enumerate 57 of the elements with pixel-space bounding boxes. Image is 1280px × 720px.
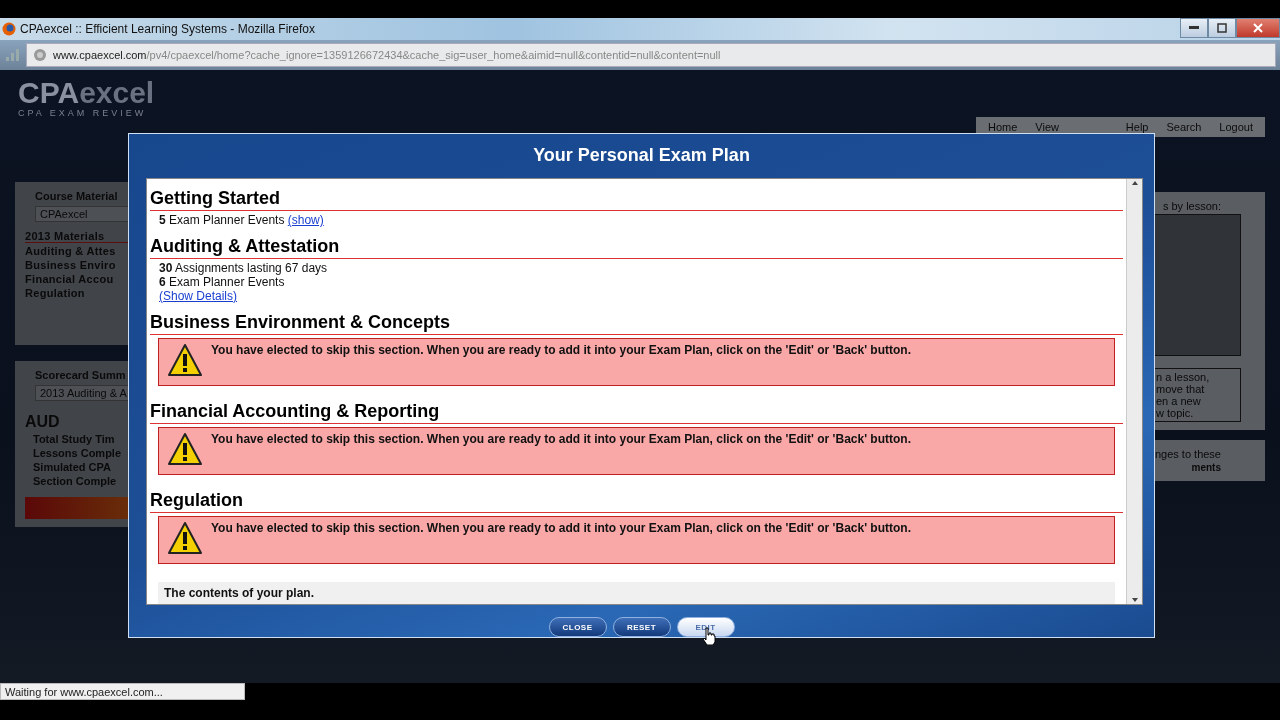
panel-text: w topic. — [1156, 407, 1195, 419]
window-title: CPAexcel :: Efficient Learning Systems - Mozilla Firefox — [20, 22, 315, 36]
section-heading: Auditing & Attestation — [150, 227, 1123, 259]
plan-summary: 30 Assignments lasting 67 days — [159, 261, 329, 275]
scroll-down-icon[interactable] — [1130, 596, 1139, 604]
warning-icon — [167, 343, 203, 377]
section-heading: Getting Started — [150, 179, 1123, 211]
restore-button[interactable] — [1208, 18, 1236, 38]
close-button[interactable] — [1236, 18, 1280, 38]
signal-icon — [4, 47, 20, 63]
firefox-icon — [2, 22, 16, 36]
panel-text: move that — [1156, 383, 1206, 395]
url-text: www.cpaexcel.com/pv4/cpaexcel/home?cache_ignore=1359126672434&cache_sig=user_home&aimid=null&contentid=null&content=null — [53, 49, 721, 61]
status-text: Waiting for www.cpaexcel.com... — [0, 683, 245, 700]
site-logo: CPAexcel CPA EXAM REVIEW — [18, 78, 155, 118]
score-label: Section Comple — [32, 475, 118, 487]
nav-link[interactable]: Search — [1166, 121, 1202, 133]
plan-summary: 6 Exam Planner Events — [159, 275, 286, 289]
section-heading: Financial Accounting & Reporting — [150, 392, 1123, 424]
dialog-button[interactable]: EDIT — [676, 617, 735, 637]
panel-text: s by lesson: — [1162, 200, 1222, 212]
section-heading: Regulation — [150, 481, 1123, 513]
globe-icon — [33, 48, 47, 62]
panel-text: nges to these — [1155, 448, 1222, 460]
nav-link[interactable]: Help — [1125, 121, 1149, 133]
restore-icon — [1217, 23, 1227, 33]
dialog-title: Your Personal Exam Plan — [532, 144, 751, 167]
address-bar[interactable]: www.cpaexcel.com/pv4/cpaexcel/home?cache_ignore=1359126672434&cache_sig=user_home&aimid=null&contentid=null&content=null — [26, 43, 1276, 67]
close-icon — [1253, 23, 1263, 33]
score-label: Total Study Tim — [32, 433, 116, 445]
panel-title: Scorecard Summ — [34, 369, 127, 381]
nav-link[interactable]: View — [1035, 121, 1059, 133]
plan-note: The contents of your plan. — [158, 582, 1115, 604]
dialog-button[interactable]: CLOSE — [548, 617, 607, 637]
alert-message: You have elected to skip this section. When you are ready to add it into your Exam Plan, click on the 'Edit' or 'Back' button. — [211, 521, 911, 537]
show-link[interactable]: (show) — [287, 213, 324, 227]
alert-message: You have elected to skip this section. When you are ready to add it into your Exam Plan, click on the 'Edit' or 'Back' button. — [211, 343, 911, 359]
section-heading: Business Environment & Concepts — [150, 303, 1123, 335]
panel-text: n a lesson, — [1156, 371, 1211, 383]
alert-message: You have elected to skip this section. When you are ready to add it into your Exam Plan, click on the 'Edit' or 'Back' button. — [211, 432, 911, 448]
warning-icon — [167, 432, 203, 466]
panel-text: en a new — [1156, 395, 1202, 407]
show-details-link[interactable]: (Show Details) — [159, 289, 238, 303]
dialog-button[interactable]: RESET — [612, 617, 671, 637]
warning-icon — [167, 521, 203, 555]
nav-link[interactable]: Home — [988, 121, 1018, 133]
scroll-up-icon[interactable] — [1130, 179, 1139, 187]
scrollbar[interactable] — [1126, 179, 1142, 604]
section-code: AUD — [25, 413, 61, 431]
score-label: Simulated CPA — [32, 461, 113, 473]
panel-title: Course Material — [34, 190, 119, 202]
nav-link[interactable]: Logout — [1219, 121, 1253, 133]
score-label: Lessons Comple — [32, 447, 123, 459]
plan-summary: 5 Exam Planner Events (show) — [159, 213, 325, 227]
minimize-icon — [1189, 26, 1199, 30]
panel-text: ments — [1191, 462, 1222, 473]
minimize-button[interactable] — [1180, 18, 1208, 38]
